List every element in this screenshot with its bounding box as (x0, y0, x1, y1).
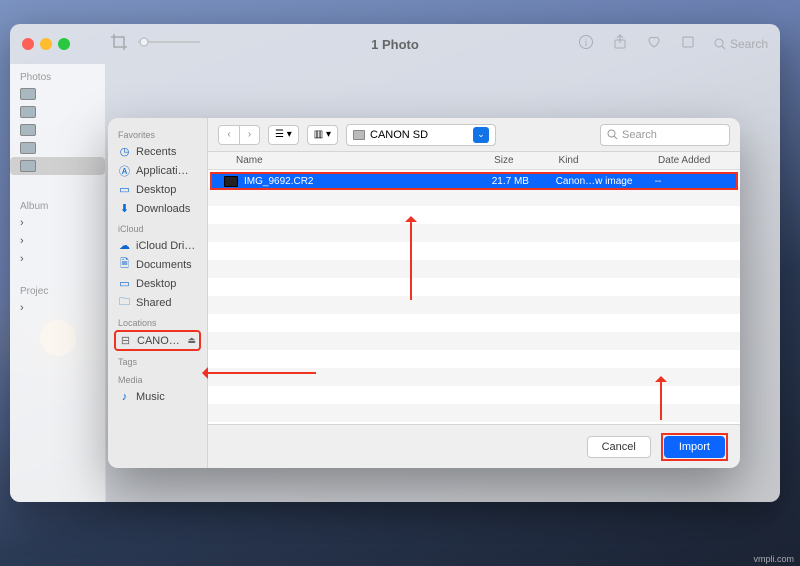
sidebar-locations-header: Locations (114, 312, 201, 330)
info-icon[interactable]: i (578, 34, 594, 55)
sidebar-icloud-header: iCloud (114, 218, 201, 236)
sidebar-favorites-header: Favorites (114, 124, 201, 142)
location-popup[interactable]: CANON SD ⌄ (346, 124, 496, 146)
file-name: IMG_9692.CR2 (244, 176, 313, 187)
annotation-arrow (410, 220, 412, 300)
sidebar-item-documents[interactable]: 🗎Documents (114, 255, 201, 274)
cloud-icon: ☁ (118, 239, 131, 252)
eject-icon[interactable]: ⏏ (187, 335, 196, 346)
documents-icon: 🗎 (118, 258, 131, 271)
nav-back-forward: ‹ › (218, 125, 260, 145)
annotation-arrow (206, 372, 316, 374)
downloads-icon: ⬇ (118, 202, 131, 215)
shared-icon: 🗀 (118, 296, 131, 309)
sidebar-tags-header: Tags (114, 351, 201, 369)
cancel-button[interactable]: Cancel (587, 436, 651, 458)
col-size[interactable]: Size (494, 155, 558, 166)
favorite-icon[interactable] (646, 34, 662, 55)
sidebar-project-row[interactable]: › (10, 299, 105, 317)
search-placeholder: Search (622, 129, 657, 141)
music-icon: ♪ (118, 390, 131, 403)
chevron-updown-icon: ⌄ (473, 127, 489, 143)
svg-text:i: i (585, 38, 587, 49)
table-row[interactable]: IMG_9692.CR2 21.7 MB Canon…w image -- (210, 172, 738, 190)
sidebar-item-shared[interactable]: 🗀Shared (114, 293, 201, 312)
import-highlight: Import (661, 433, 728, 461)
import-button[interactable]: Import (664, 436, 725, 458)
sidebar-section-albums[interactable]: Album (10, 193, 105, 214)
open-panel-footer: Cancel Import (208, 424, 740, 468)
annotation-arrow (660, 380, 662, 420)
open-panel-toolbar: ‹ › ☰ ▾ ▥ ▾ CANON SD ⌄ Search (208, 118, 740, 152)
sidebar-item-downloads[interactable]: ⬇Downloads (114, 199, 201, 218)
sidebar-section-projects[interactable]: Projec (10, 278, 105, 299)
open-panel-sidebar: Favorites ◷Recents ⒶApplicati… ▭Desktop … (108, 118, 208, 468)
sidebar-item-canon-sd[interactable]: ⊟ CANO… ⏏ (114, 330, 201, 351)
sidebar-thumb[interactable] (10, 85, 105, 103)
toolbar-search[interactable]: Search (714, 37, 768, 51)
col-kind[interactable]: Kind (559, 155, 659, 166)
table-header: Name Size Kind Date Added (208, 152, 740, 170)
sidebar-thumb[interactable] (10, 121, 105, 139)
rotate-icon[interactable] (680, 34, 696, 55)
view-mode-list[interactable]: ☰ ▾ (268, 125, 299, 145)
sidebar-album-row[interactable]: › (10, 232, 105, 250)
window-titlebar: 1 Photo i Search (10, 24, 780, 64)
open-panel-search[interactable]: Search (600, 124, 730, 146)
sidebar-item-recents[interactable]: ◷Recents (114, 142, 201, 161)
drive-icon: ⊟ (119, 334, 132, 347)
nav-back-button[interactable]: ‹ (219, 126, 239, 144)
location-label: CANON SD (370, 129, 428, 141)
sidebar-item-icloud-drive[interactable]: ☁iCloud Dri… (114, 236, 201, 255)
file-date: -- (655, 176, 736, 187)
col-date-added[interactable]: Date Added (658, 155, 740, 166)
desktop: 1 Photo i Search Photos Album › › (0, 0, 800, 566)
watermark: vmpli.com (753, 554, 794, 564)
sidebar-item-applications[interactable]: ⒶApplicati… (114, 161, 201, 180)
sidebar-thumb[interactable] (10, 103, 105, 121)
sidebar-media-header: Media (114, 369, 201, 387)
toolbar-search-label: Search (730, 37, 768, 51)
clock-icon: ◷ (118, 145, 131, 158)
file-kind: Canon…w image (556, 176, 655, 187)
file-size: 21.7 MB (492, 176, 556, 187)
view-mode-grouping[interactable]: ▥ ▾ (307, 125, 338, 145)
sidebar-item-desktop-cloud[interactable]: ▭Desktop (114, 274, 201, 293)
sidebar-album-row[interactable]: › (10, 214, 105, 232)
desktop-icon: ▭ (118, 183, 131, 196)
file-thumb-icon (224, 176, 238, 187)
sidebar-item-music[interactable]: ♪Music (114, 387, 201, 406)
sidebar-item-desktop[interactable]: ▭Desktop (114, 180, 201, 199)
import-sheet: Favorites ◷Recents ⒶApplicati… ▭Desktop … (108, 118, 740, 468)
apps-icon: Ⓐ (118, 164, 131, 177)
nav-forward-button[interactable]: › (239, 126, 259, 144)
col-name[interactable]: Name (208, 155, 494, 166)
sidebar-thumb[interactable] (10, 139, 105, 157)
sdcard-icon (353, 130, 365, 140)
sidebar-section-photos: Photos (10, 64, 105, 85)
sidebar-thumb-selected[interactable] (10, 157, 105, 175)
share-icon[interactable] (612, 34, 628, 55)
photos-sidebar: Photos Album › › › Projec › (10, 64, 106, 502)
desktop-icon: ▭ (118, 277, 131, 290)
search-icon (607, 129, 618, 140)
sidebar-album-row[interactable]: › (10, 250, 105, 268)
